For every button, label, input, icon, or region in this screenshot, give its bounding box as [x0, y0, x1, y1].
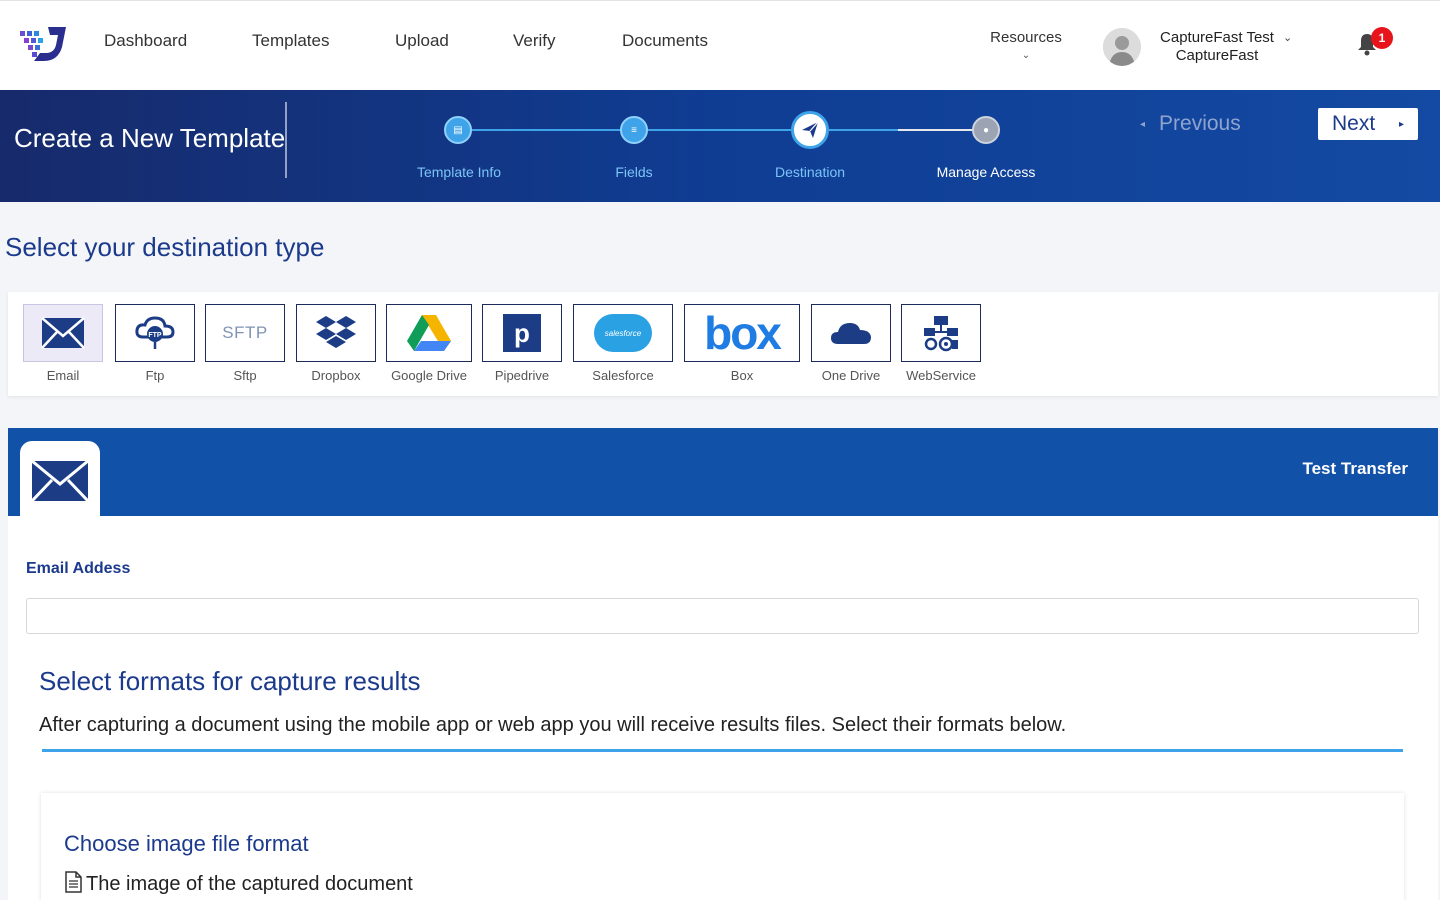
wizard-banner: Create a New Template ▤ ≡ ● Template Inf… — [0, 90, 1440, 202]
next-label: Next — [1332, 112, 1376, 135]
step-connector — [634, 129, 810, 131]
envelope-icon — [31, 460, 89, 502]
document-icon: ▤ — [453, 124, 463, 136]
destination-label: Box — [730, 368, 754, 383]
step-destination[interactable] — [791, 111, 829, 149]
email-tile — [20, 441, 100, 521]
chevron-left-icon: ◂ — [1140, 118, 1146, 130]
email-header: Test Transfer — [8, 428, 1438, 521]
destination-email[interactable]: Email — [23, 304, 103, 383]
paper-plane-icon — [802, 121, 819, 138]
nav-verify[interactable]: Verify — [513, 31, 556, 51]
image-format-description-row: The image of the captured document — [64, 871, 413, 896]
document-icon — [65, 871, 82, 893]
resources-label: Resources — [990, 29, 1062, 46]
step-manage-access[interactable]: ● — [972, 116, 1000, 144]
formats-title: Select formats for capture results — [39, 666, 421, 696]
destination-label: Google Drive — [391, 368, 467, 383]
pipedrive-letter: p — [514, 318, 530, 348]
banner-divider — [285, 102, 287, 178]
users-icon: ● — [982, 124, 990, 136]
destination-label: Salesforce — [592, 368, 654, 383]
destination-box[interactable]: box Box — [684, 304, 800, 383]
email-address-label: Email Addess — [26, 560, 131, 577]
user-name: CaptureFast Test — [1160, 29, 1274, 46]
sftp-text-icon: SFTP — [222, 323, 268, 342]
salesforce-wordmark: salesforce — [604, 328, 642, 338]
image-format-title: Choose image file format — [64, 831, 309, 856]
image-format-description: The image of the captured document — [86, 873, 413, 895]
previous-button[interactable]: ◂ Previous — [1140, 112, 1241, 136]
webservice-icon — [924, 316, 958, 352]
user-org: CaptureFast — [1175, 47, 1259, 64]
destination-webservice[interactable]: WebService — [901, 304, 981, 383]
destination-label: Sftp — [233, 368, 257, 383]
step-template-info[interactable]: ▤ — [444, 116, 472, 144]
chevron-down-icon: ⌄ — [1021, 50, 1031, 61]
google-drive-icon — [407, 315, 451, 351]
list-icon: ≡ — [631, 124, 637, 136]
destination-google-drive[interactable]: Google Drive — [386, 304, 472, 383]
chevron-right-icon: ▸ — [1398, 119, 1404, 130]
envelope-icon — [41, 317, 85, 349]
destination-dropbox[interactable]: Dropbox — [296, 304, 376, 383]
destination-label: Email — [46, 368, 80, 383]
next-button[interactable]: Next ▸ — [1318, 108, 1418, 140]
step-label-manage-access: Manage Access — [936, 164, 1036, 180]
test-transfer-button[interactable]: Test Transfer — [1302, 459, 1408, 479]
formats-description: After capturing a document using the mob… — [39, 714, 1067, 736]
destination-label: WebService — [906, 368, 976, 383]
pipedrive-icon: p — [503, 314, 541, 352]
destination-label: Ftp — [145, 368, 165, 383]
ftp-cloud-icon: FTP — [135, 316, 175, 349]
destination-label: Pipedrive — [494, 368, 550, 383]
destination-label: Dropbox — [311, 368, 361, 383]
resources-menu[interactable]: Resources ⌄ — [990, 29, 1062, 65]
page-title: Create a New Template — [14, 123, 286, 153]
salesforce-icon: salesforce — [594, 314, 652, 352]
step-label-fields: Fields — [615, 164, 653, 180]
nav-dashboard[interactable]: Dashboard — [104, 31, 187, 51]
dropbox-icon — [316, 316, 356, 348]
destination-sftp[interactable]: SFTP Sftp — [205, 304, 285, 383]
onedrive-icon — [831, 323, 871, 344]
email-config-card: Test Transfer Email Addess Select format… — [8, 428, 1438, 900]
step-fields[interactable]: ≡ — [620, 116, 648, 144]
destination-onedrive[interactable]: One Drive — [811, 304, 891, 383]
chevron-down-icon[interactable]: ⌄ — [1283, 31, 1292, 44]
svg-text:FTP: FTP — [148, 332, 162, 339]
destination-label: One Drive — [821, 368, 881, 383]
destination-types: Email FTP Ftp SFTP Sftp Dropbox Google D… — [8, 292, 1438, 396]
destination-ftp[interactable]: FTP Ftp — [115, 304, 195, 383]
email-address-input[interactable] — [26, 598, 1419, 634]
step-label-template-info: Template Info — [416, 164, 502, 180]
top-nav: Dashboard Templates Upload Verify Docume… — [0, 0, 1440, 90]
step-connector — [458, 129, 634, 131]
step-label-destination: Destination — [774, 164, 846, 180]
destination-salesforce[interactable]: salesforce Salesforce — [573, 304, 673, 383]
destination-pipedrive[interactable]: p Pipedrive — [482, 304, 562, 383]
avatar[interactable] — [1103, 28, 1141, 66]
formats-divider — [42, 749, 1403, 752]
nav-templates[interactable]: Templates — [252, 31, 329, 51]
user-menu[interactable]: CaptureFast Test CaptureFast — [1158, 29, 1276, 65]
image-format-card: Choose image file format The image of th… — [41, 793, 1404, 900]
notification-badge[interactable]: 1 — [1371, 27, 1393, 49]
nav-upload[interactable]: Upload — [395, 31, 449, 51]
capturefast-logo-icon[interactable] — [18, 23, 70, 65]
box-icon: box — [704, 307, 782, 359]
destination-title: Select your destination type — [5, 232, 325, 262]
nav-documents[interactable]: Documents — [622, 31, 708, 51]
previous-label: Previous — [1159, 112, 1241, 135]
